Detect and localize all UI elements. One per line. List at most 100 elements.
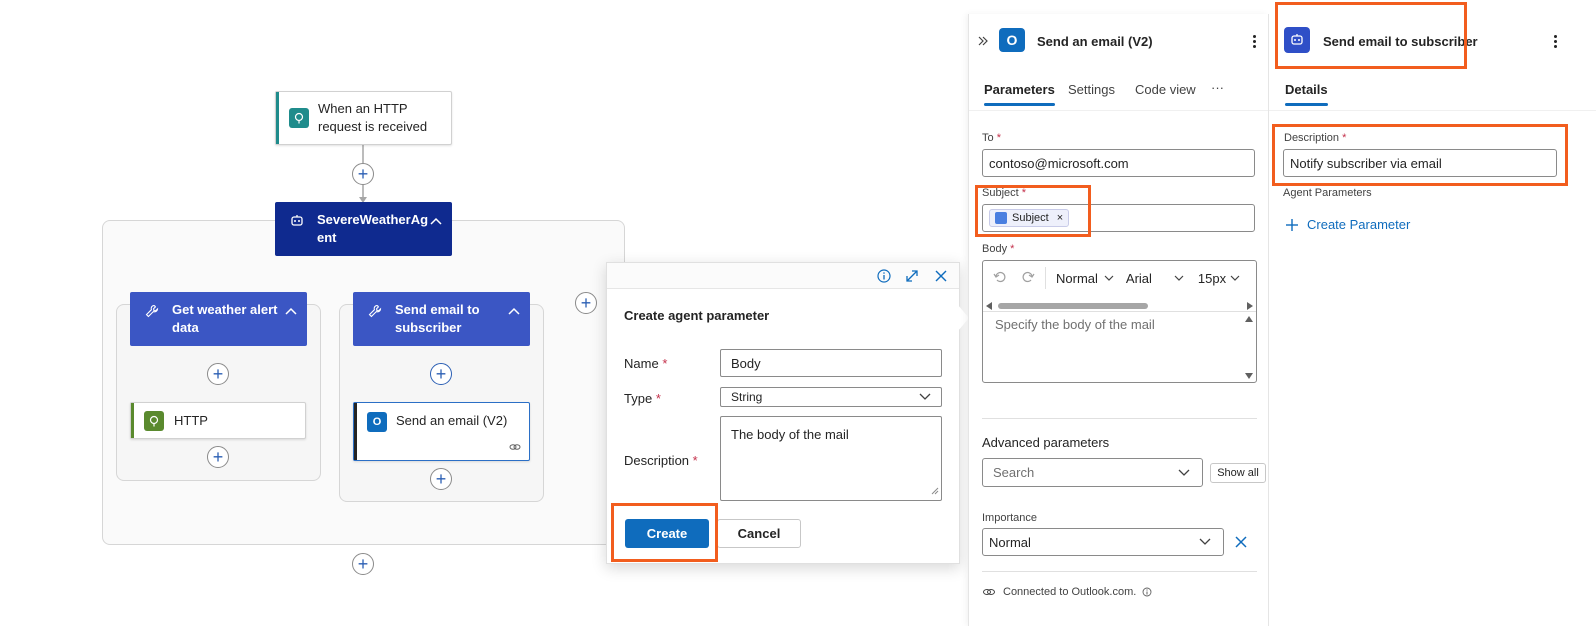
name-label-row: Name * xyxy=(624,356,667,371)
tab-divider xyxy=(969,110,1269,111)
body-editor: Normal Arial 15px Specify the body of th… xyxy=(982,260,1257,383)
horizontal-scrollbar[interactable] xyxy=(986,299,1253,310)
vertical-scrollbar[interactable] xyxy=(1244,315,1254,380)
create-parameter-button[interactable]: Create Parameter xyxy=(1285,217,1410,232)
required-mark: * xyxy=(692,453,698,468)
http-globe-icon xyxy=(144,410,164,431)
chevron-down-icon xyxy=(919,390,931,404)
tab-more[interactable]: ··· xyxy=(1211,80,1224,95)
add-step-button[interactable]: + xyxy=(207,363,229,385)
agent-label: SevereWeatherAgent xyxy=(317,212,429,245)
description-textarea[interactable]: The body of the mail xyxy=(720,416,942,501)
tool-description-value: Notify subscriber via email xyxy=(1290,155,1442,171)
agent-tool-icon xyxy=(1284,27,1310,53)
advanced-search-select[interactable]: Search xyxy=(982,458,1203,487)
required-mark: * xyxy=(1021,187,1027,199)
add-step-button[interactable]: + xyxy=(430,363,452,385)
tool-card-email[interactable]: Send email to subscriber xyxy=(353,292,530,346)
type-label: Type xyxy=(624,391,653,406)
search-placeholder: Search xyxy=(993,465,1035,480)
tool-details-panel: Send email to subscriber Details Descrip… xyxy=(1268,14,1596,626)
trigger-card[interactable]: When an HTTP request is received xyxy=(275,91,452,145)
importance-select[interactable]: Normal xyxy=(982,528,1224,556)
info-icon xyxy=(1142,587,1152,597)
subject-token[interactable]: Subject × xyxy=(989,209,1070,227)
cancel-button[interactable]: Cancel xyxy=(717,519,801,548)
required-mark: * xyxy=(655,391,661,406)
section-divider xyxy=(982,571,1257,572)
to-input[interactable]: contoso@microsoft.com xyxy=(982,149,1255,177)
wrench-icon xyxy=(365,301,385,321)
collapse-chevron-icon[interactable] xyxy=(285,302,297,320)
chevron-down-icon xyxy=(1104,275,1114,281)
action-details-panel: O Send an email (V2) Parameters Settings… xyxy=(968,14,1269,626)
add-tool-button[interactable]: + xyxy=(575,292,597,314)
connection-status: Connected to Outlook.com. xyxy=(982,586,1152,598)
outlook-icon: O xyxy=(367,412,387,432)
outlook-icon: O xyxy=(999,28,1025,52)
subject-token-label: Subject xyxy=(1012,212,1049,224)
body-label: Body xyxy=(982,243,1008,255)
resize-handle-icon[interactable] xyxy=(931,484,939,498)
remove-token-icon[interactable]: × xyxy=(1057,212,1063,224)
agent-card[interactable]: SevereWeatherAgent xyxy=(275,202,452,256)
create-agent-parameter-dialog: Create agent parameter Name * Body Type … xyxy=(606,262,960,564)
font-style-select[interactable]: Normal xyxy=(1056,271,1114,286)
create-button[interactable]: Create xyxy=(625,519,709,548)
tool-description-input[interactable]: Notify subscriber via email xyxy=(1283,149,1557,177)
more-options-icon[interactable] xyxy=(1554,35,1558,50)
font-size-select[interactable]: 15px xyxy=(1198,271,1240,286)
to-value: contoso@microsoft.com xyxy=(989,155,1129,171)
name-input[interactable]: Body xyxy=(720,349,942,377)
tool-card-weather[interactable]: Get weather alert data xyxy=(130,292,307,346)
collapse-chevron-icon[interactable] xyxy=(430,212,442,230)
tab-code-view[interactable]: Code view xyxy=(1135,82,1196,97)
connection-link-icon xyxy=(983,589,995,595)
name-label: Name xyxy=(624,356,659,371)
tab-parameters[interactable]: Parameters xyxy=(984,82,1055,106)
editor-toolbar: Normal Arial 15px xyxy=(983,261,1256,295)
description-label: Description xyxy=(1284,132,1340,144)
undo-icon[interactable] xyxy=(993,270,1007,287)
font-family-value: Arial xyxy=(1125,270,1152,286)
send-email-action-card[interactable]: O Send an email (V2) xyxy=(353,402,530,461)
http-request-icon xyxy=(289,108,309,128)
wrench-icon xyxy=(142,301,162,321)
chevron-down-icon xyxy=(1174,275,1184,281)
collapse-panel-icon[interactable] xyxy=(977,35,989,50)
http-label: HTTP xyxy=(174,412,208,428)
subject-label-row: Subject * xyxy=(982,187,1026,199)
font-family-select[interactable]: Arial xyxy=(1126,271,1184,286)
info-icon[interactable] xyxy=(877,269,891,286)
required-mark: * xyxy=(1342,132,1347,144)
more-options-icon[interactable] xyxy=(1253,35,1257,50)
description-label-row: Description * xyxy=(624,453,698,468)
send-email-label: Send an email (V2) xyxy=(396,413,508,428)
tab-settings[interactable]: Settings xyxy=(1068,82,1115,97)
add-step-button[interactable]: + xyxy=(352,553,374,575)
connection-text: Connected to Outlook.com. xyxy=(1003,586,1137,598)
required-mark: * xyxy=(662,356,668,371)
expand-icon[interactable] xyxy=(905,269,919,286)
add-step-button[interactable]: + xyxy=(207,446,229,468)
close-icon[interactable] xyxy=(934,269,948,286)
importance-label: Importance xyxy=(982,512,1038,524)
show-all-button[interactable]: Show all xyxy=(1210,463,1266,483)
add-step-button[interactable]: + xyxy=(352,163,374,185)
redo-icon[interactable] xyxy=(1021,270,1035,287)
type-select[interactable]: String xyxy=(720,387,942,407)
body-label-row: Body * xyxy=(982,243,1014,255)
collapse-chevron-icon[interactable] xyxy=(508,302,520,320)
required-mark: * xyxy=(1010,243,1015,255)
add-step-button[interactable]: + xyxy=(430,468,452,490)
chevron-down-icon xyxy=(1178,469,1190,476)
http-action-card[interactable]: HTTP xyxy=(130,402,306,439)
plus-icon xyxy=(1286,218,1298,231)
remove-parameter-icon[interactable] xyxy=(1234,535,1248,552)
body-placeholder[interactable]: Specify the body of the mail xyxy=(995,317,1155,332)
subject-input[interactable]: Subject × xyxy=(982,204,1255,232)
dynamic-content-icon xyxy=(995,212,1007,224)
tab-details[interactable]: Details xyxy=(1285,82,1328,106)
importance-value: Normal xyxy=(989,534,1031,550)
font-size-value: 15px xyxy=(1197,270,1227,286)
